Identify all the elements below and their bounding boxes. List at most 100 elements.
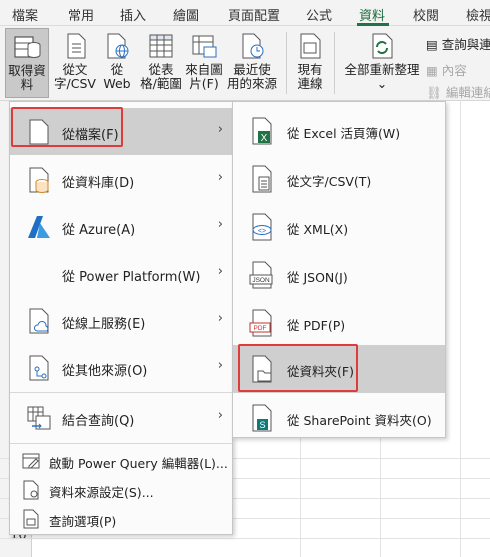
sharepoint-icon: S	[252, 404, 272, 432]
menu-item-from-json[interactable]: JSON 從 JSON(J)	[233, 251, 445, 299]
properties-icon: ▦	[426, 63, 438, 78]
xml-icon: <>	[252, 213, 272, 241]
tab-insert[interactable]: 插入	[120, 5, 146, 24]
from-table-range-button[interactable]: 從表 格/範圍	[138, 28, 184, 98]
queries-connections-button[interactable]: ▤ 查詢與連	[426, 34, 490, 53]
get-data-label-2: 料	[20, 77, 34, 92]
refresh-icon	[372, 33, 393, 59]
menu-item-from-excel-workbook[interactable]: X 從 Excel 活頁簿(W)	[233, 107, 445, 155]
menu-item-launch-power-query-editor[interactable]: 啟動 Power Query 編輯器(L)...	[10, 446, 232, 475]
azure-icon	[28, 216, 50, 238]
recent-sources-label-1: 最近使	[233, 62, 271, 77]
get-data-menu: 從檔案(F) › 從資料庫(D) › 從 Azure(A) › 從 Power …	[9, 101, 233, 535]
menu-item-from-xml[interactable]: <> 從 XML(X)	[233, 203, 445, 251]
from-web-label-2: Web	[103, 76, 131, 91]
database-icon	[29, 167, 49, 193]
chevron-right-icon: ›	[217, 408, 223, 423]
from-web-button[interactable]: 從 Web	[99, 28, 135, 98]
online-services-icon	[29, 308, 49, 334]
chevron-right-icon: ›	[217, 311, 223, 326]
chevron-right-icon: ›	[217, 358, 223, 373]
database-table-icon	[14, 36, 41, 58]
other-sources-icon	[29, 355, 49, 381]
menu-item-from-power-platform[interactable]: 從 Power Platform(W) ›	[10, 250, 232, 297]
query-options-icon	[23, 509, 39, 529]
get-data-button[interactable]: 取得資 料	[5, 28, 49, 98]
ribbon-tab-bar: 檔案 常用 插入 繪圖 頁面配置 公式 資料 校閱 檢視	[0, 0, 490, 26]
text-file-icon	[67, 33, 86, 59]
from-text-csv-button[interactable]: 從文 字/CSV	[53, 28, 97, 98]
menu-item-from-sharepoint-folder[interactable]: S 從 SharePoint 資料夾(O)	[233, 394, 445, 442]
queries-connections-icon: ▤	[426, 37, 438, 52]
power-query-editor-icon	[22, 453, 40, 469]
menu-item-from-pdf[interactable]: PDF 從 PDF(P)	[233, 299, 445, 347]
get-data-label-1: 取得資	[8, 63, 46, 78]
from-picture-button[interactable]: 來自圖 片(F)	[184, 28, 224, 98]
from-table-label-2: 格/範圍	[140, 76, 182, 91]
tab-data[interactable]: 資料	[359, 5, 385, 24]
data-source-settings-icon	[23, 480, 39, 500]
menu-divider	[10, 443, 232, 444]
menu-item-from-other-sources[interactable]: 從其他來源(O) ›	[10, 344, 232, 391]
refresh-all-button[interactable]: 全部重新整理 ⌄	[342, 28, 422, 98]
svg-text:X: X	[261, 133, 268, 144]
existing-connections-button[interactable]: 現有 連線	[292, 28, 328, 98]
menu-item-combine-queries[interactable]: 結合查詢(Q) ›	[10, 394, 232, 441]
chevron-right-icon: ›	[217, 264, 223, 279]
file-icon	[29, 119, 49, 145]
recent-sources-button[interactable]: 最近使 用的來源	[226, 28, 278, 98]
edit-links-button[interactable]: ⛓ 編輯連結	[426, 82, 490, 101]
properties-button[interactable]: ▦ 內容	[426, 60, 467, 79]
connections-file-icon	[300, 33, 321, 59]
from-picture-label-1: 來自圖	[185, 62, 223, 77]
menu-item-from-database[interactable]: 從資料庫(D) ›	[10, 156, 232, 203]
tab-draw[interactable]: 繪圖	[173, 5, 199, 24]
ribbon-separator	[334, 32, 335, 94]
grid-line	[460, 101, 461, 557]
excel-workbook-icon: X	[252, 117, 272, 145]
pdf-icon: PDF	[249, 309, 272, 337]
existing-connections-label-1: 現有	[297, 62, 323, 77]
recent-clock-icon	[242, 33, 264, 59]
from-table-label-1: 從表	[148, 62, 174, 77]
picture-table-icon	[192, 35, 217, 58]
tab-page-layout[interactable]: 頁面配置	[228, 5, 280, 24]
menu-item-data-source-settings[interactable]: 資料來源設定(S)...	[10, 475, 232, 504]
existing-connections-label-2: 連線	[297, 76, 323, 91]
tab-view[interactable]: 檢視	[466, 5, 490, 24]
chevron-right-icon: ›	[217, 217, 223, 232]
web-globe-icon	[107, 33, 129, 59]
tab-file[interactable]: 檔案	[12, 5, 38, 24]
table-icon	[149, 34, 173, 58]
text-csv-icon	[252, 165, 272, 193]
menu-item-from-file[interactable]: 從檔案(F) ›	[10, 108, 232, 155]
combine-queries-icon	[27, 406, 51, 430]
chevron-down-icon: ⌄	[376, 76, 388, 91]
recent-sources-label-2: 用的來源	[226, 76, 277, 91]
grid-line	[0, 538, 490, 539]
menu-item-from-azure[interactable]: 從 Azure(A) ›	[10, 203, 232, 250]
tab-review[interactable]: 校閱	[413, 5, 439, 24]
menu-divider	[10, 392, 232, 393]
edit-links-icon: ⛓	[426, 85, 442, 100]
svg-text:JSON: JSON	[252, 277, 270, 284]
menu-item-from-online-services[interactable]: 從線上服務(E) ›	[10, 297, 232, 344]
json-icon: JSON	[249, 261, 273, 289]
svg-text:<>: <>	[258, 228, 266, 235]
from-file-submenu: X 從 Excel 活頁簿(W) 從文字/CSV(T) <> 從 XML(X) …	[232, 101, 446, 438]
from-text-csv-label-1: 從文	[62, 62, 88, 77]
chevron-right-icon: ›	[217, 122, 223, 137]
menu-item-from-folder[interactable]: 從資料夾(F)	[233, 345, 445, 393]
svg-text:PDF: PDF	[254, 325, 267, 332]
menu-item-query-options[interactable]: 查詢選項(P)	[10, 504, 232, 533]
tab-formulas[interactable]: 公式	[306, 5, 332, 24]
svg-text:S: S	[259, 420, 265, 430]
tab-home[interactable]: 常用	[68, 5, 94, 24]
ribbon: 取得資 料 從文 字/CSV 從 Web 從表 格/範圍 來自圖 片(F) 最近…	[0, 26, 490, 126]
from-picture-label-2: 片(F)	[189, 76, 219, 91]
from-web-label-1: 從	[110, 62, 124, 77]
ribbon-separator	[286, 32, 287, 94]
chevron-right-icon: ›	[217, 170, 223, 185]
menu-item-from-text-csv[interactable]: 從文字/CSV(T)	[233, 155, 445, 203]
refresh-all-label: 全部重新整理	[344, 62, 420, 77]
